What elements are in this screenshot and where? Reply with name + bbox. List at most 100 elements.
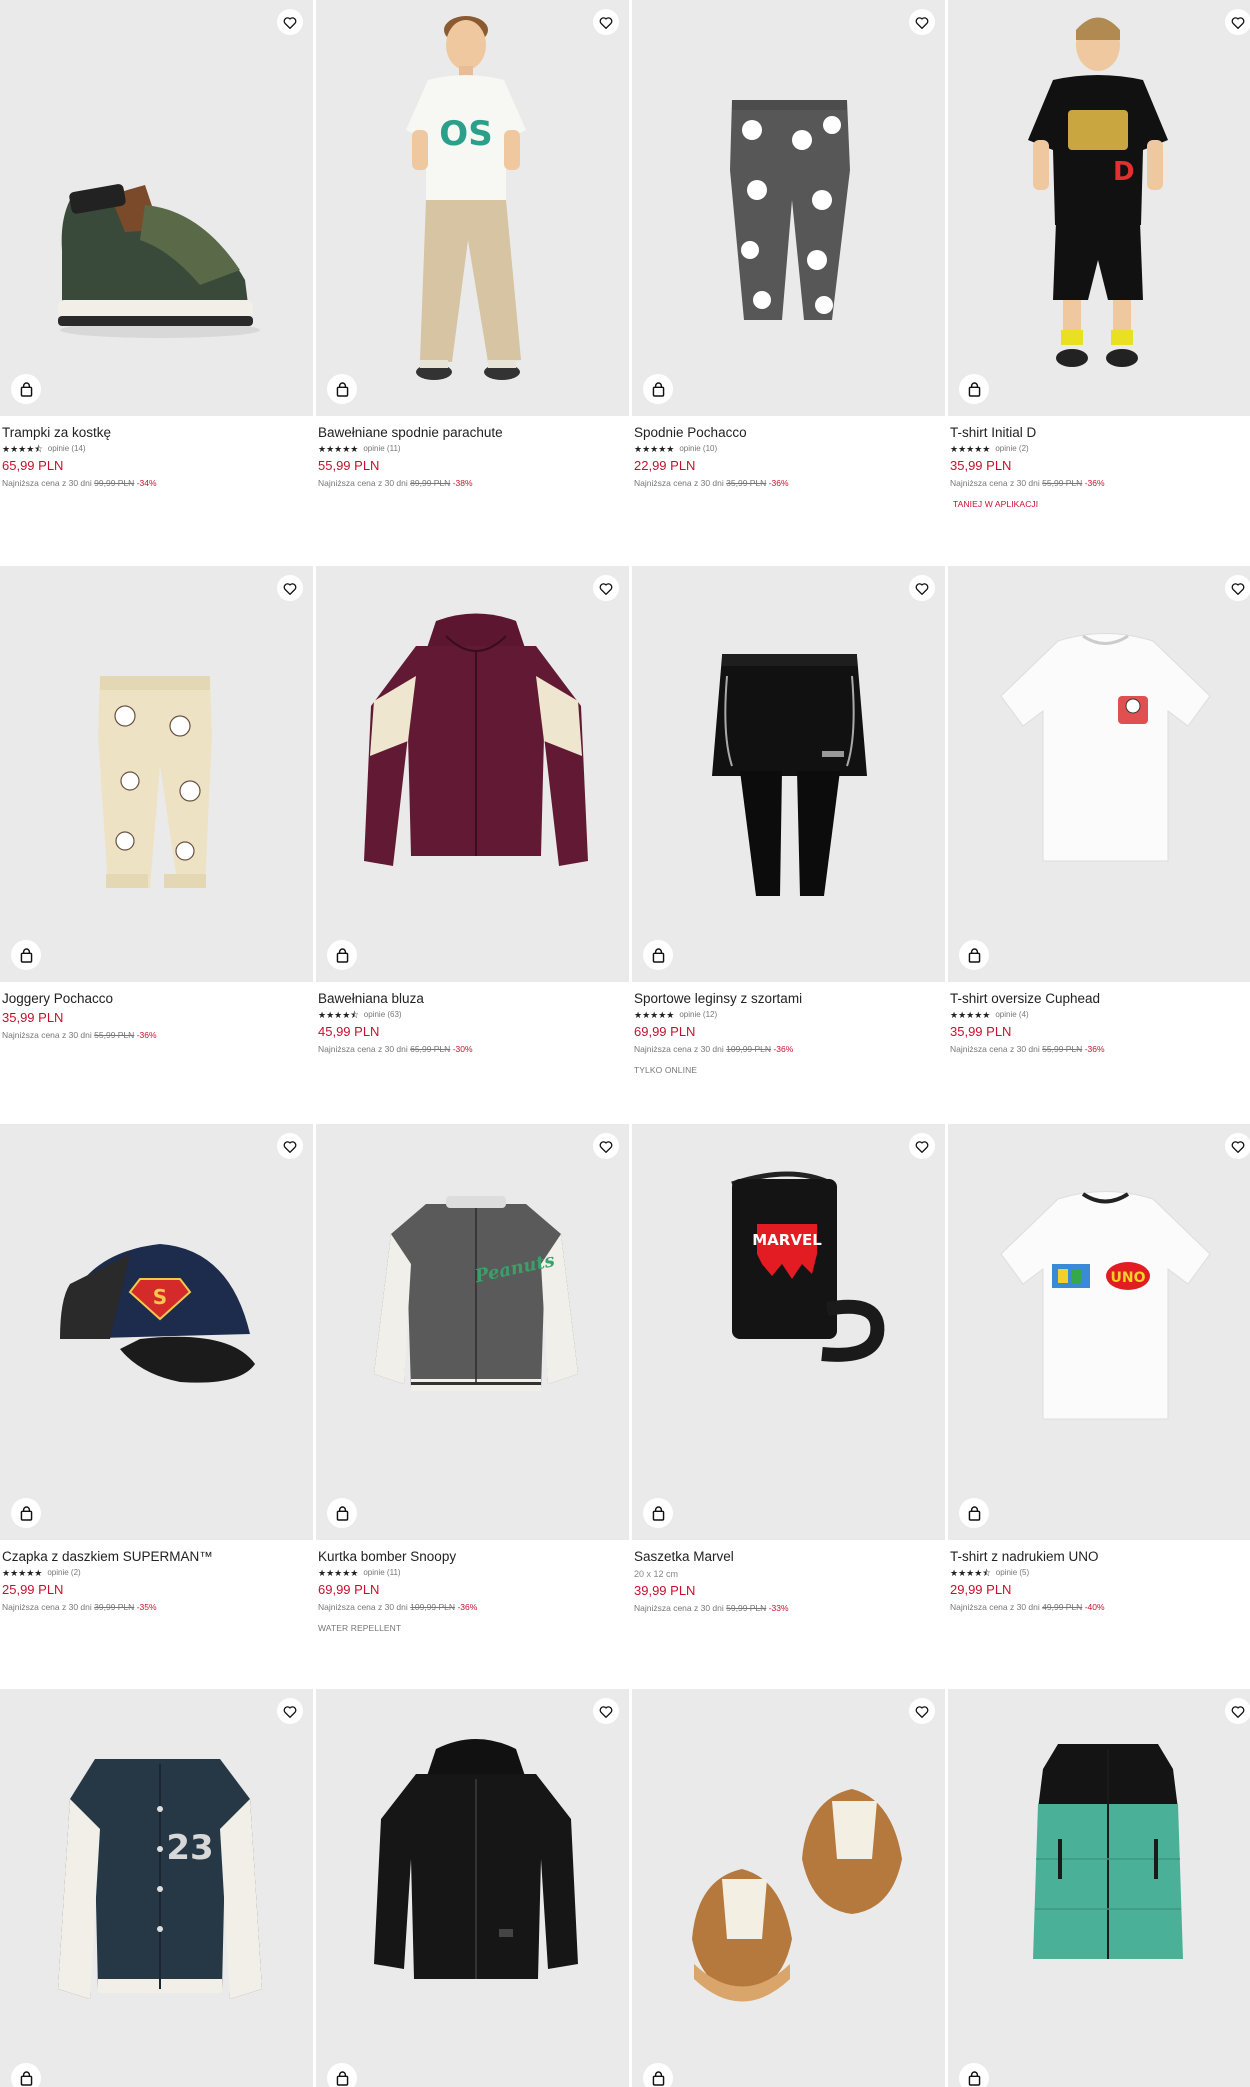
product-name[interactable]: Trampki za kostkę: [2, 424, 311, 441]
product-photo: UNO: [1000, 1191, 1211, 1420]
product-price: 22,99 PLN: [634, 458, 696, 473]
product-card[interactable]: MARVEL Saszetka Marvel 20 x 12 cm 39,99 PL…: [632, 1124, 945, 1664]
add-to-cart-button[interactable]: [959, 940, 989, 970]
product-name[interactable]: Joggery Pochacco: [2, 990, 311, 1007]
wishlist-button[interactable]: [909, 1698, 935, 1724]
wishlist-button[interactable]: [909, 9, 935, 35]
product-name[interactable]: Spodnie Pochacco: [634, 424, 943, 441]
review-count: opinie (11): [363, 1568, 401, 1577]
product-photo: 23: [58, 1759, 262, 1999]
product-card[interactable]: Sportowe leginsy z szortami ★★★★★ opinie…: [632, 566, 945, 1106]
product-card[interactable]: Joggery Pochacco 35,99 PLN Najniższa cena…: [0, 566, 313, 1106]
product-photo: MARVEL: [731, 1171, 885, 1362]
wishlist-button[interactable]: [1225, 1133, 1250, 1159]
wishlist-button[interactable]: [1225, 9, 1250, 35]
product-card[interactable]: D T-shirt Initial D ★★★★★ opinie (2) 35,…: [948, 0, 1250, 540]
product-photo: S: [60, 1244, 255, 1383]
add-to-cart-button[interactable]: [643, 2063, 673, 2087]
lowest-price-info: Najniższa cena z 30 dni 55,99 PLN -36%: [2, 1029, 311, 1041]
product-card[interactable]: Trampki za kostkę ★★★★⯪ opinie (14) 65,9…: [0, 0, 313, 540]
discount-percent: -30%: [452, 1044, 473, 1054]
add-to-cart-button[interactable]: [959, 1498, 989, 1528]
lowest-price-info: Najniższa cena z 30 dni 59,99 PLN -33%: [634, 1602, 943, 1614]
product-name[interactable]: Sportowe leginsy z szortami: [634, 990, 943, 1007]
product-image[interactable]: [316, 566, 629, 982]
product-image[interactable]: S: [0, 1124, 313, 1540]
product-image[interactable]: UNO: [948, 1124, 1250, 1540]
add-to-cart-button[interactable]: [11, 2063, 41, 2087]
product-info: Trampki za kostkę ★★★★⯪ opinie (14) 65,9…: [2, 424, 311, 489]
heart-icon: [283, 1140, 297, 1153]
product-image[interactable]: [948, 1689, 1250, 2087]
add-to-cart-button[interactable]: [643, 1498, 673, 1528]
product-card[interactable]: [632, 1689, 945, 2087]
product-image[interactable]: [0, 566, 313, 982]
product-photo: [712, 654, 867, 896]
product-name[interactable]: T-shirt z nadrukiem UNO: [950, 1548, 1250, 1565]
review-count: opinie (14): [47, 444, 86, 453]
product-card[interactable]: Bawełniana bluza ★★★★⯪ opinie (63) 45,99…: [316, 566, 629, 1106]
add-to-cart-button[interactable]: [327, 940, 357, 970]
old-price: 99,99 PLN: [94, 478, 135, 488]
add-to-cart-button[interactable]: [327, 2063, 357, 2087]
wishlist-button[interactable]: [1225, 1698, 1250, 1724]
wishlist-button[interactable]: [1225, 575, 1250, 601]
product-image[interactable]: [632, 566, 945, 982]
discount-percent: -36%: [136, 1030, 157, 1040]
add-to-cart-button[interactable]: [643, 940, 673, 970]
product-card[interactable]: UNO T-shirt z nadrukiem UNO ★★★★⯪ opinie…: [948, 1124, 1250, 1664]
heart-icon: [283, 16, 297, 29]
lowest-price-info: Najniższa cena z 30 dni 109,99 PLN -36%: [318, 1601, 627, 1613]
product-card[interactable]: 23: [0, 1689, 313, 2087]
wishlist-button[interactable]: [593, 1698, 619, 1724]
product-card[interactable]: Peanuts Kurtka bomber Snoopy ★★★★★ opini…: [316, 1124, 629, 1664]
wishlist-button[interactable]: [277, 1133, 303, 1159]
add-to-cart-button[interactable]: [11, 1498, 41, 1528]
product-card[interactable]: OS Bawełniane spodnie parachute ★★★★★ op…: [316, 0, 629, 540]
product-card[interactable]: [316, 1689, 629, 2087]
old-price: 35,99 PLN: [726, 478, 767, 488]
wishlist-button[interactable]: [593, 1133, 619, 1159]
product-name[interactable]: Czapka z daszkiem SUPERMAN™: [2, 1548, 311, 1565]
product-name[interactable]: T-shirt Initial D: [950, 424, 1250, 441]
add-to-cart-button[interactable]: [327, 1498, 357, 1528]
wishlist-button[interactable]: [593, 575, 619, 601]
product-image[interactable]: [632, 0, 945, 416]
product-image[interactable]: [632, 1689, 945, 2087]
product-name[interactable]: Kurtka bomber Snoopy: [318, 1548, 627, 1565]
product-name[interactable]: T-shirt oversize Cuphead: [950, 990, 1250, 1007]
add-to-cart-button[interactable]: [959, 2063, 989, 2087]
add-to-cart-button[interactable]: [11, 940, 41, 970]
product-card[interactable]: T-shirt oversize Cuphead ★★★★★ opinie (4…: [948, 566, 1250, 1106]
product-image[interactable]: [316, 1689, 629, 2087]
product-card[interactable]: [948, 1689, 1250, 2087]
product-image[interactable]: [0, 0, 313, 416]
product-image[interactable]: D: [948, 0, 1250, 416]
product-name[interactable]: Saszetka Marvel: [634, 1548, 943, 1565]
product-image[interactable]: Peanuts: [316, 1124, 629, 1540]
add-to-cart-button[interactable]: [643, 374, 673, 404]
product-image[interactable]: [948, 566, 1250, 982]
wishlist-button[interactable]: [593, 9, 619, 35]
product-name[interactable]: Bawełniana bluza: [318, 990, 627, 1007]
product-card[interactable]: S Czapka z daszkiem SUPERMAN™ ★★★★★ opin…: [0, 1124, 313, 1664]
product-rating: ★★★★★ opinie (2): [950, 443, 1250, 455]
add-to-cart-button[interactable]: [11, 374, 41, 404]
product-price: 25,99 PLN: [2, 1582, 64, 1597]
wishlist-button[interactable]: [909, 1133, 935, 1159]
product-image[interactable]: MARVEL: [632, 1124, 945, 1540]
wishlist-button[interactable]: [277, 9, 303, 35]
product-image[interactable]: OS: [316, 0, 629, 416]
product-name[interactable]: Bawełniane spodnie parachute: [318, 424, 627, 441]
add-to-cart-button[interactable]: [327, 374, 357, 404]
add-to-cart-button[interactable]: [959, 374, 989, 404]
lowest-price-label: Najniższa cena z 30 dni: [950, 478, 1040, 488]
product-price: 69,99 PLN: [634, 1024, 696, 1039]
product-image[interactable]: 23: [0, 1689, 313, 2087]
wishlist-button[interactable]: [277, 575, 303, 601]
product-info: T-shirt oversize Cuphead ★★★★★ opinie (4…: [950, 990, 1250, 1055]
rating-stars: ★★★★★: [950, 1010, 991, 1020]
wishlist-button[interactable]: [277, 1698, 303, 1724]
product-card[interactable]: Spodnie Pochacco ★★★★★ opinie (10) 22,99…: [632, 0, 945, 540]
wishlist-button[interactable]: [909, 575, 935, 601]
